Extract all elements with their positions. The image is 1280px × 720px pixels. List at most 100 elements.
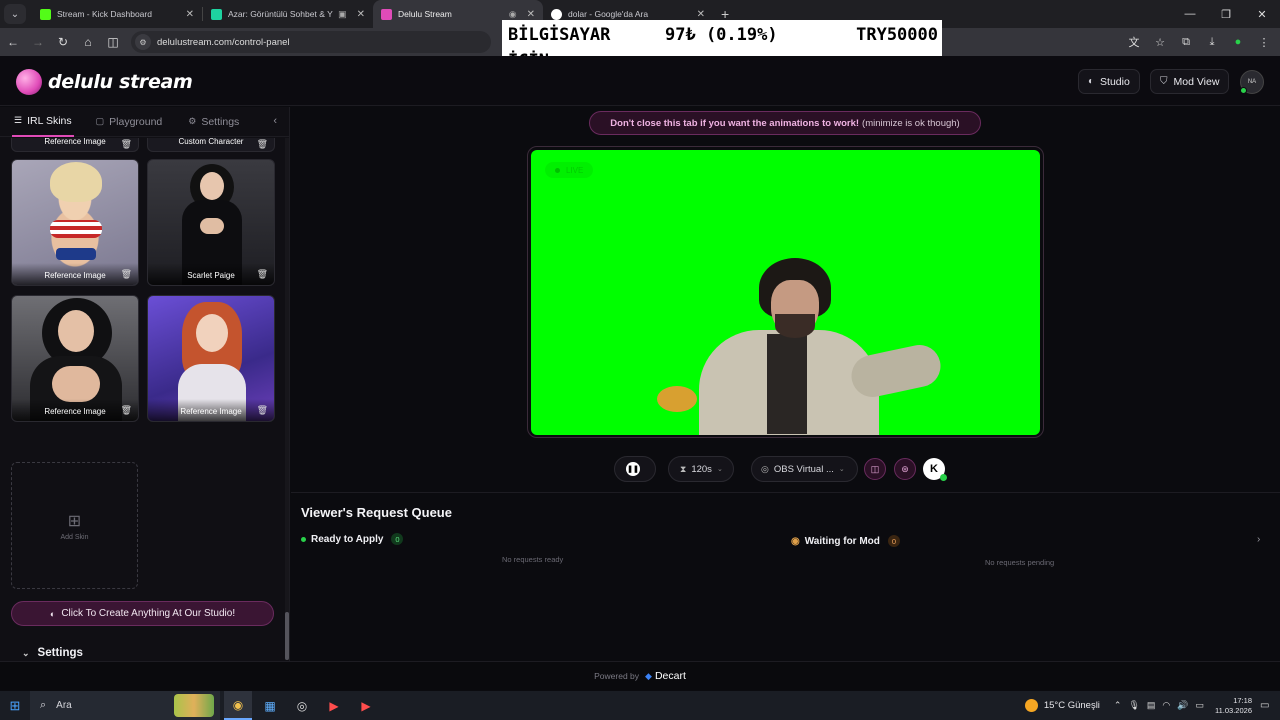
studio-cta-button[interactable]: ◐ Click To Create Anything At Our Studio… (11, 601, 274, 626)
tab-close-icon[interactable]: ✕ (527, 9, 535, 20)
forward-icon[interactable]: → (26, 30, 50, 54)
taskbar-search[interactable]: ⌕ Ara (30, 691, 220, 720)
ready-empty-message: No requests ready (502, 555, 564, 564)
chevron-right-icon[interactable]: › (1257, 534, 1260, 545)
chevron-down-icon: ⌄ (716, 466, 723, 473)
tab-close-icon[interactable]: ✕ (357, 9, 365, 20)
skin-card[interactable]: Custom Character 🗑 (147, 138, 275, 152)
media-app-2-taskbar-icon[interactable]: ▶ (352, 691, 380, 720)
browser-tab-kick[interactable]: Stream - Kick Dashboard ✕ (32, 0, 202, 28)
reload-icon[interactable]: ↻ (51, 30, 75, 54)
skin-card[interactable]: Reference Image 🗑 (11, 138, 139, 152)
restore-icon[interactable]: ❐ (1208, 0, 1244, 28)
kick-favicon-icon (40, 8, 51, 20)
scrollbar-thumb[interactable] (285, 612, 289, 660)
hourglass-icon: ⧗ (680, 463, 687, 474)
back-icon[interactable]: ← (1, 30, 25, 54)
browser-toolbar: 文 ☆ ⧉ ⤓ ● ⋮ (1124, 28, 1274, 56)
calculator-taskbar-icon[interactable]: ▦ (256, 691, 284, 720)
clock[interactable]: 17:18 11.03.2026 (1215, 696, 1252, 716)
tab-label: Settings (201, 115, 240, 128)
sidepanel-icon[interactable]: ◫ (101, 30, 125, 54)
menu-icon[interactable]: ⋮ (1254, 32, 1274, 52)
tab-list-button[interactable]: ⌄ (4, 4, 26, 24)
trash-icon[interactable]: 🗑 (121, 139, 132, 150)
wifi-icon[interactable]: ◠ (1162, 700, 1170, 711)
microphone-icon[interactable]: 🎙 (1128, 700, 1139, 711)
studio-button[interactable]: ◐ Studio (1078, 69, 1140, 94)
image-icon: ▢ (95, 116, 105, 126)
close-window-icon[interactable]: ✕ (1244, 0, 1280, 28)
ready-count-badge: 0 (391, 533, 404, 545)
battery-icon[interactable]: ▭ (1196, 700, 1205, 711)
tab-irl-skins[interactable]: ☰ IRL Skins (12, 107, 74, 137)
window-controls: — ❐ ✕ (1172, 0, 1280, 28)
site-info-icon[interactable]: ⚙ (135, 34, 151, 50)
notes-icon[interactable]: ▤ (1147, 700, 1156, 711)
pause-toggle[interactable]: ❚❚ (614, 456, 656, 482)
skin-card[interactable]: Reference Image 🗑 (11, 295, 139, 422)
skin-card[interactable]: Reference Image 🗑 (11, 159, 139, 286)
url-input[interactable]: ⚙ delulustream.com/control-panel (131, 31, 491, 53)
sliders-icon: ☰ (14, 115, 23, 125)
decart-link[interactable]: ◆ Decart (645, 670, 686, 682)
sidebar-scrollbar[interactable] (285, 138, 289, 660)
tab-close-icon[interactable]: ✕ (186, 9, 194, 20)
palette-icon: ◐ (49, 608, 56, 619)
skin-card[interactable]: Scarlet Paige 🗑 (147, 159, 275, 286)
avatar-alt-text: NA (1247, 79, 1257, 85)
taskbar-search-placeholder: Ara (56, 700, 72, 711)
minimize-icon[interactable]: — (1172, 0, 1208, 28)
chrome-taskbar-icon[interactable]: ◉ (224, 691, 252, 720)
profile-icon[interactable]: ● (1228, 32, 1248, 52)
effects-button[interactable]: ⊛ (894, 458, 916, 480)
live-label: LIVE (566, 165, 584, 175)
logo[interactable]: delulu stream (16, 69, 193, 95)
trash-icon[interactable]: 🗑 (257, 139, 268, 150)
trash-icon[interactable]: 🗑 (257, 269, 268, 280)
tab-label: Playground (109, 115, 163, 128)
bookmark-star-icon[interactable]: ☆ (1150, 32, 1170, 52)
browser-tab-azar[interactable]: Azar: Görüntülü Sohbet & Y ▣ ✕ (203, 0, 373, 28)
translate-icon[interactable]: 文 (1124, 32, 1144, 52)
skin-card[interactable]: Reference Image 🗑 (147, 295, 275, 422)
tab-title: Delulu Stream (398, 9, 452, 19)
tab-settings[interactable]: ⚙ Settings (186, 107, 241, 137)
chevron-up-icon[interactable]: ⌃ (1114, 700, 1122, 711)
logo-text: delulu stream (48, 71, 193, 93)
tab-playground[interactable]: ▢ Playground (94, 107, 165, 137)
download-icon[interactable]: ⤓ (1202, 32, 1222, 52)
windows-start-icon[interactable]: ⊞ (0, 691, 30, 720)
volume-icon[interactable]: 🔊 (1177, 700, 1188, 711)
clock-time: 17:18 (1233, 695, 1252, 705)
kick-connection-button[interactable]: K (923, 458, 947, 481)
media-app-taskbar-icon[interactable]: ▶ (320, 691, 348, 720)
trash-icon[interactable]: 🗑 (121, 405, 132, 416)
waiting-count-badge: 0 (887, 535, 900, 547)
skin-name: Reference Image (44, 138, 106, 146)
mod-view-button[interactable]: ⛉ Mod View (1150, 69, 1230, 94)
trash-icon[interactable]: 🗑 (121, 269, 132, 280)
trash-icon[interactable]: 🗑 (257, 405, 268, 416)
notice-rest: (minimize is ok though) (862, 117, 960, 129)
weather-widget[interactable]: 15°C Güneşli (1024, 699, 1100, 712)
camera-select[interactable]: ◎ OBS Virtual ... ⌄ (751, 456, 858, 482)
collapse-sidebar-icon[interactable]: ‹ (273, 115, 277, 127)
eye-icon: ◉ (791, 535, 800, 547)
camera-icon: ◎ (761, 463, 769, 474)
duration-select[interactable]: ⧗ 120s ⌄ (668, 456, 734, 482)
settings-accordion[interactable]: ⌄ Settings (22, 647, 83, 659)
system-tray: 15°C Güneşli ⌃ 🎙 ▤ ◠ 🔊 ▭ 17:18 11.03.202… (1024, 691, 1280, 720)
search-icon: ⌕ (40, 699, 47, 711)
notification-icon[interactable]: ▭ (1260, 700, 1280, 711)
avatar[interactable]: NA (1240, 70, 1264, 94)
google-favicon-icon (551, 8, 562, 20)
tab-close-icon[interactable]: ✕ (697, 9, 705, 20)
waiting-label: Waiting for Mod (804, 535, 880, 547)
url-text: delulustream.com/control-panel (157, 36, 290, 48)
mirror-toggle-button[interactable]: ◫ (864, 458, 886, 480)
home-icon[interactable]: ⌂ (76, 30, 100, 54)
delulu-favicon-icon (381, 8, 392, 20)
obs-taskbar-icon[interactable]: ◎ (288, 691, 316, 720)
extensions-icon[interactable]: ⧉ (1176, 32, 1196, 52)
